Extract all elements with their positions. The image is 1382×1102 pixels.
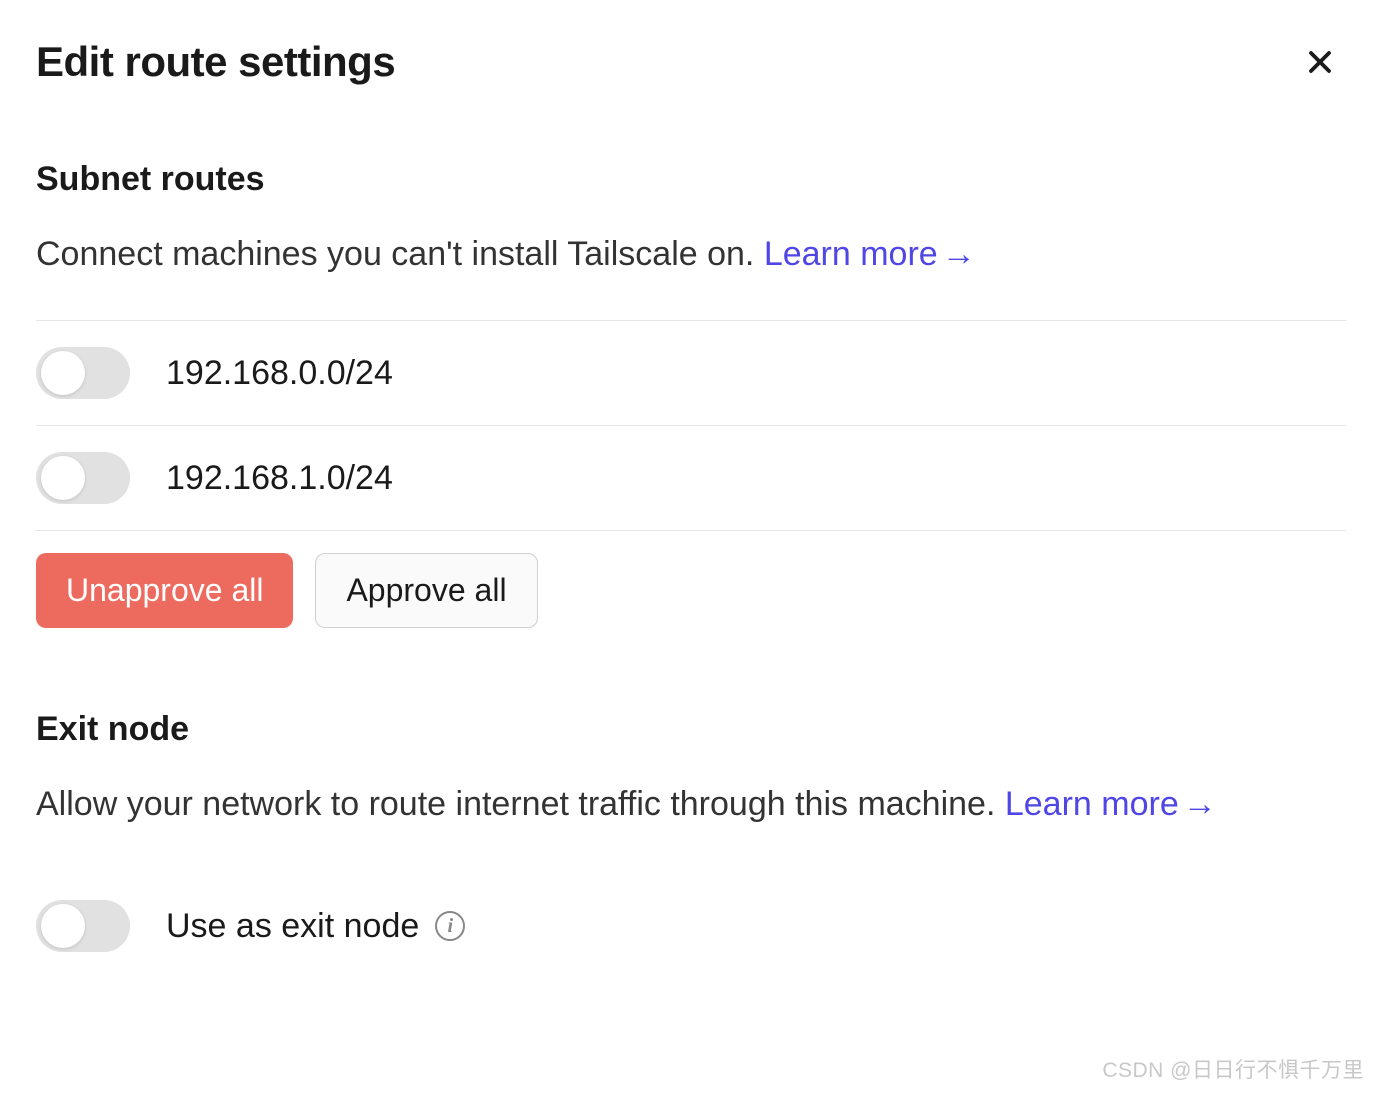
button-row: Unapprove all Approve all [36,553,1346,628]
route-cidr-label: 192.168.0.0/24 [166,354,393,393]
close-icon [1302,44,1338,80]
arrow-right-icon: → [942,229,976,280]
approve-all-button[interactable]: Approve all [315,553,537,628]
arrow-right-icon: → [1183,779,1217,830]
route-item: 192.168.0.0/24 [36,321,1346,426]
exit-node-description: Allow your network to route internet tra… [36,779,1346,830]
exit-node-description-text: Allow your network to route internet tra… [36,785,1005,823]
exit-node-toggle-label: Use as exit node i [166,907,465,946]
route-list: 192.168.0.0/24 192.168.1.0/24 [36,320,1346,531]
learn-more-text: Learn more [764,235,938,273]
exit-node-row: Use as exit node i [36,870,1346,952]
unapprove-all-button[interactable]: Unapprove all [36,553,293,628]
subnet-routes-description: Connect machines you can't install Tails… [36,229,1346,280]
subnet-learn-more-link[interactable]: Learn more→ [764,235,976,273]
exit-node-toggle[interactable] [36,900,130,952]
route-item: 192.168.1.0/24 [36,426,1346,531]
dialog-title: Edit route settings [36,38,395,86]
subnet-routes-section: Subnet routes Connect machines you can't… [36,160,1346,628]
route-toggle-0[interactable] [36,347,130,399]
close-button[interactable] [1294,36,1346,88]
toggle-knob [41,456,85,500]
exit-node-label-text: Use as exit node [166,907,419,946]
info-icon[interactable]: i [435,911,465,941]
toggle-knob [41,904,85,948]
toggle-knob [41,351,85,395]
subnet-description-text: Connect machines you can't install Tails… [36,235,764,273]
exit-node-learn-more-link[interactable]: Learn more→ [1005,785,1217,823]
exit-node-section: Exit node Allow your network to route in… [36,710,1346,952]
route-toggle-1[interactable] [36,452,130,504]
watermark: CSDN @日日行不惧千万里 [1102,1054,1364,1084]
subnet-routes-heading: Subnet routes [36,160,1346,199]
learn-more-text: Learn more [1005,785,1179,823]
route-cidr-label: 192.168.1.0/24 [166,459,393,498]
exit-node-heading: Exit node [36,710,1346,749]
